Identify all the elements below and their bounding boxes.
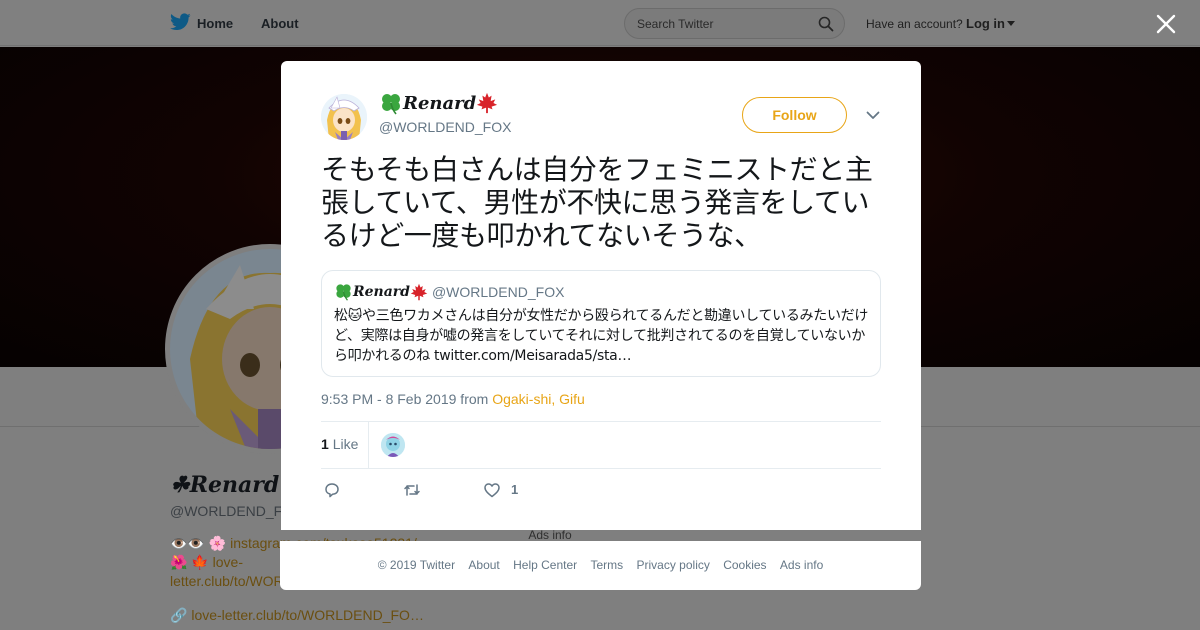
tweet-author-avatar[interactable]: [321, 94, 367, 140]
retweet-icon: [404, 484, 420, 496]
quoted-tweet[interactable]: Renard @WORLDEND_FOX 松🐱や三色ワカメさんは自分が女性だから…: [321, 270, 881, 377]
modal-footer: © 2019 Twitter About Help Center Terms P…: [280, 541, 921, 590]
quoted-tweet-author: Renard @WORLDEND_FOX: [334, 282, 564, 302]
divider: [368, 422, 369, 468]
tweet-modal: Renard @WORLDEND_FOX Follow そもそも白さんは自分をフ…: [281, 61, 921, 530]
nav-about-link[interactable]: About: [261, 16, 299, 31]
clover-icon: [336, 284, 351, 301]
clover-icon: ☘: [170, 472, 190, 498]
bio-love-letter-link[interactable]: love-: [213, 554, 243, 570]
like-count: 1: [511, 482, 519, 497]
clover-icon: [382, 94, 400, 115]
avatar-illustration: [321, 94, 367, 140]
close-icon[interactable]: [1156, 14, 1176, 34]
footer-privacy-link[interactable]: Privacy policy: [637, 558, 710, 572]
reply-icon: [325, 483, 339, 498]
reply-button[interactable]: [323, 481, 341, 499]
maple-leaf-icon: [410, 283, 428, 300]
follow-button[interactable]: Follow: [742, 97, 847, 133]
avatar-illustration: [381, 433, 405, 457]
sidebar-ads-info[interactable]: Ads info: [455, 528, 645, 542]
footer-help-link[interactable]: Help Center: [513, 558, 577, 572]
twitter-bird-icon[interactable]: [170, 13, 191, 31]
quoted-tweet-text: 松🐱や三色ワカメさんは自分が女性だから殴られてるんだと勘違いしているみたいだけど…: [334, 308, 869, 364]
heart-icon: [484, 483, 500, 498]
chevron-down-icon[interactable]: [1007, 21, 1015, 26]
login-link[interactable]: Log in: [966, 16, 1005, 31]
profile-website[interactable]: 🔗 love-letter.club/to/WORLDEND_FO…: [170, 607, 424, 624]
maple-leaf-icon: [477, 92, 498, 114]
top-navigation-bar: Home About Search Twitter Have an accoun…: [0, 0, 1200, 46]
tweet-text: そもそも白さんは自分をフェミニストだと主張していて、男性が不快に思う発言をしてい…: [321, 153, 873, 252]
search-placeholder: Search Twitter: [637, 17, 714, 31]
footer-terms-link[interactable]: Terms: [590, 558, 623, 572]
liker-avatar[interactable]: [381, 433, 405, 457]
divider: [321, 421, 881, 422]
search-icon[interactable]: [818, 16, 834, 32]
tweet-author-name[interactable]: Renard: [379, 91, 498, 117]
chevron-down-icon[interactable]: [866, 111, 880, 120]
link-icon: 🔗: [170, 607, 188, 623]
footer-about-link[interactable]: About: [468, 558, 499, 572]
likes-stat[interactable]: 1 Like: [321, 436, 358, 452]
tweet-timestamp: 9:53 PM - 8 Feb 2019 from Ogaki-shi, Gif…: [321, 391, 585, 407]
footer-cookies-link[interactable]: Cookies: [723, 558, 766, 572]
search-input[interactable]: Search Twitter: [624, 8, 845, 39]
have-account-text: Have an account?: [866, 17, 963, 31]
nav-home-link[interactable]: Home: [197, 16, 233, 31]
profile-display-name: ☘Renard❧: [170, 472, 298, 498]
footer-copyright: © 2019 Twitter: [377, 558, 456, 572]
divider: [321, 468, 881, 469]
tweet-location-link[interactable]: Ogaki-shi, Gifu: [492, 391, 585, 407]
tweet-author-handle[interactable]: @WORLDEND_FOX: [379, 119, 511, 135]
like-button[interactable]: [483, 481, 501, 499]
footer-ads-link[interactable]: Ads info: [780, 558, 823, 572]
retweet-button[interactable]: [403, 481, 421, 499]
